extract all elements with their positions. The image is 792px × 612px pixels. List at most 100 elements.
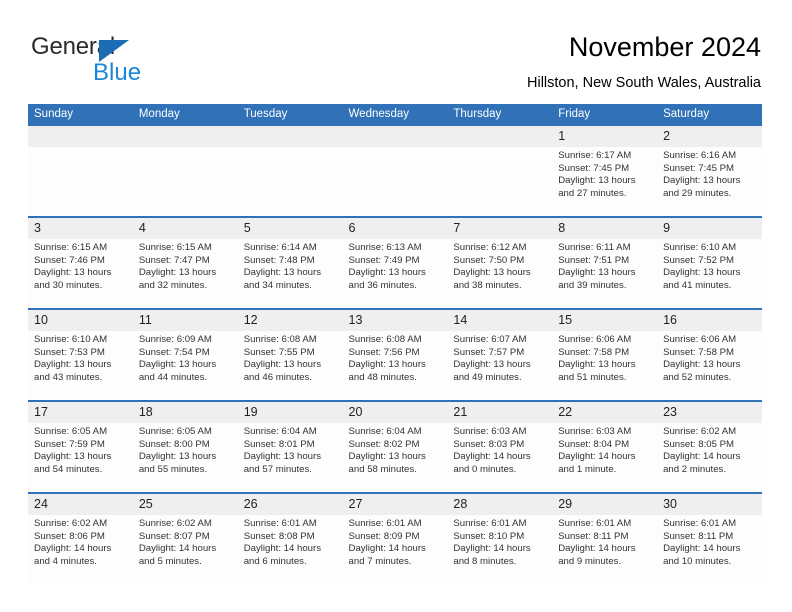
day-number-15[interactable]: 15: [552, 310, 658, 331]
daylight-text: Daylight: 13 hours and 49 minutes.: [453, 359, 531, 383]
day-number-empty: [342, 126, 448, 147]
sunset-text: Sunset: 8:10 PM: [453, 530, 525, 542]
sunrise-text: Sunrise: 6:02 AM: [34, 518, 108, 529]
day-number-24[interactable]: 24: [28, 494, 133, 515]
daylight-text: Daylight: 13 hours and 29 minutes.: [663, 175, 741, 199]
day-number-29[interactable]: 29: [552, 494, 658, 515]
day-number-30[interactable]: 30: [657, 494, 762, 515]
sunrise-text: Sunrise: 6:16 AM: [663, 150, 737, 161]
day-cell-22[interactable]: Sunrise: 6:03 AM Sunset: 8:04 PM Daylight:…: [552, 423, 658, 492]
day-cell-1[interactable]: Sunrise: 6:17 AM Sunset: 7:45 PM Daylight:…: [552, 147, 658, 216]
day-number-4[interactable]: 4: [132, 218, 238, 239]
daylight-text: Daylight: 13 hours and 57 minutes.: [243, 451, 322, 475]
day-number-20[interactable]: 20: [342, 402, 448, 423]
day-number-13[interactable]: 13: [342, 310, 448, 331]
day-number-9[interactable]: 9: [657, 218, 762, 239]
day-number-26[interactable]: 26: [237, 494, 343, 515]
day-number-12[interactable]: 12: [237, 310, 343, 331]
day-number-7[interactable]: 7: [447, 218, 553, 239]
week-daynumber-row: 24 25 26 27 28 29 30: [28, 494, 762, 515]
sunrise-text: Sunrise: 6:03 AM: [558, 426, 632, 437]
day-number-3[interactable]: 3: [28, 218, 133, 239]
sunset-text: Sunset: 7:54 PM: [138, 346, 210, 358]
day-number-6[interactable]: 6: [342, 218, 448, 239]
day-cell-4[interactable]: Sunrise: 6:15 AM Sunset: 7:47 PM Daylight:…: [132, 239, 238, 308]
calendar-page: General Blue November 2024 Hillston, New…: [0, 0, 792, 612]
sunrise-text: Sunrise: 6:01 AM: [558, 518, 632, 529]
day-number-14[interactable]: 14: [447, 310, 553, 331]
day-number-5[interactable]: 5: [237, 218, 343, 239]
day-cell-16[interactable]: Sunrise: 6:06 AM Sunset: 7:58 PM Daylight:…: [657, 331, 762, 400]
day-number-27[interactable]: 27: [342, 494, 448, 515]
day-cell-9[interactable]: Sunrise: 6:10 AM Sunset: 7:52 PM Daylight:…: [657, 239, 762, 308]
sunset-text: Sunset: 8:07 PM: [138, 530, 210, 542]
day-number-10[interactable]: 10: [28, 310, 133, 331]
day-cell-2[interactable]: Sunrise: 6:16 AM Sunset: 7:45 PM Daylight:…: [657, 147, 762, 216]
day-cell-30[interactable]: Sunrise: 6:01 AM Sunset: 8:11 PM Daylight:…: [657, 515, 762, 584]
brand-name-blue: Blue: [93, 59, 142, 86]
daylight-text: Daylight: 13 hours and 43 minutes.: [34, 359, 112, 383]
day-cell-8[interactable]: Sunrise: 6:11 AM Sunset: 7:51 PM Daylight:…: [552, 239, 658, 308]
day-number-28[interactable]: 28: [447, 494, 553, 515]
day-cell-28[interactable]: Sunrise: 6:01 AM Sunset: 8:10 PM Daylight:…: [447, 515, 553, 584]
day-number-25[interactable]: 25: [132, 494, 238, 515]
day-cell-empty: [237, 147, 343, 216]
sunrise-text: Sunrise: 6:06 AM: [558, 334, 632, 345]
title-block: November 2024 Hillston, New South Wales,…: [527, 30, 761, 92]
day-cell-14[interactable]: Sunrise: 6:07 AM Sunset: 7:57 PM Daylight:…: [447, 331, 553, 400]
day-cell-empty: [132, 147, 238, 216]
day-number-17[interactable]: 17: [28, 402, 133, 423]
day-cell-27[interactable]: Sunrise: 6:01 AM Sunset: 8:09 PM Daylight:…: [342, 515, 448, 584]
sunset-text: Sunset: 7:47 PM: [138, 254, 210, 266]
day-cell-7[interactable]: Sunrise: 6:12 AM Sunset: 7:50 PM Daylight:…: [447, 239, 553, 308]
day-number-21[interactable]: 21: [447, 402, 553, 423]
day-cell-26[interactable]: Sunrise: 6:01 AM Sunset: 8:08 PM Daylight:…: [237, 515, 343, 584]
brand-logo[interactable]: General Blue: [31, 33, 251, 89]
day-number-1[interactable]: 1: [552, 126, 658, 147]
sunrise-text: Sunrise: 6:04 AM: [243, 426, 317, 437]
sunset-text: Sunset: 8:08 PM: [243, 530, 315, 542]
day-cell-12[interactable]: Sunrise: 6:08 AM Sunset: 7:55 PM Daylight:…: [237, 331, 343, 400]
day-cell-17[interactable]: Sunrise: 6:05 AM Sunset: 7:59 PM Daylight:…: [28, 423, 133, 492]
sunrise-text: Sunrise: 6:15 AM: [34, 242, 108, 253]
day-cell-20[interactable]: Sunrise: 6:04 AM Sunset: 8:02 PM Daylight:…: [342, 423, 448, 492]
sunset-text: Sunset: 8:03 PM: [453, 438, 525, 450]
daylight-text: Daylight: 14 hours and 10 minutes.: [663, 543, 741, 567]
day-cell-5[interactable]: Sunrise: 6:14 AM Sunset: 7:48 PM Daylight:…: [237, 239, 343, 308]
sunset-text: Sunset: 7:51 PM: [558, 254, 630, 266]
day-cell-25[interactable]: Sunrise: 6:02 AM Sunset: 8:07 PM Daylight:…: [132, 515, 238, 584]
day-number-19[interactable]: 19: [237, 402, 343, 423]
sunset-text: Sunset: 7:58 PM: [663, 346, 734, 358]
day-cell-10[interactable]: Sunrise: 6:10 AM Sunset: 7:53 PM Daylight:…: [28, 331, 133, 400]
sunrise-text: Sunrise: 6:08 AM: [243, 334, 317, 345]
sunset-text: Sunset: 8:11 PM: [558, 530, 629, 542]
day-number-23[interactable]: 23: [657, 402, 762, 423]
day-cell-3[interactable]: Sunrise: 6:15 AM Sunset: 7:46 PM Daylight:…: [28, 239, 133, 308]
sunset-text: Sunset: 7:48 PM: [243, 254, 315, 266]
day-number-16[interactable]: 16: [657, 310, 762, 331]
sunset-text: Sunset: 7:49 PM: [348, 254, 420, 266]
day-cell-11[interactable]: Sunrise: 6:09 AM Sunset: 7:54 PM Daylight:…: [132, 331, 238, 400]
day-cell-19[interactable]: Sunrise: 6:04 AM Sunset: 8:01 PM Daylight:…: [237, 423, 343, 492]
day-cell-21[interactable]: Sunrise: 6:03 AM Sunset: 8:03 PM Daylight:…: [447, 423, 553, 492]
day-cell-18[interactable]: Sunrise: 6:05 AM Sunset: 8:00 PM Daylight:…: [132, 423, 238, 492]
sunset-text: Sunset: 7:53 PM: [34, 346, 105, 358]
sunset-text: Sunset: 8:06 PM: [34, 530, 105, 542]
day-cell-23[interactable]: Sunrise: 6:02 AM Sunset: 8:05 PM Daylight:…: [657, 423, 762, 492]
day-cell-15[interactable]: Sunrise: 6:06 AM Sunset: 7:58 PM Daylight:…: [552, 331, 658, 400]
day-number-11[interactable]: 11: [132, 310, 238, 331]
day-cell-6[interactable]: Sunrise: 6:13 AM Sunset: 7:49 PM Daylight:…: [342, 239, 448, 308]
sunset-text: Sunset: 8:01 PM: [243, 438, 315, 450]
daylight-text: Daylight: 13 hours and 54 minutes.: [34, 451, 112, 475]
weekday-header-sunday: Sunday: [28, 104, 133, 126]
day-number-22[interactable]: 22: [552, 402, 658, 423]
daylight-text: Daylight: 13 hours and 41 minutes.: [663, 267, 741, 291]
day-cell-13[interactable]: Sunrise: 6:08 AM Sunset: 7:56 PM Daylight:…: [342, 331, 448, 400]
daylight-text: Daylight: 13 hours and 46 minutes.: [243, 359, 322, 383]
day-cell-29[interactable]: Sunrise: 6:01 AM Sunset: 8:11 PM Daylight:…: [552, 515, 658, 584]
day-number-2[interactable]: 2: [657, 126, 762, 147]
sunrise-text: Sunrise: 6:03 AM: [453, 426, 527, 437]
day-number-8[interactable]: 8: [552, 218, 658, 239]
day-number-18[interactable]: 18: [132, 402, 238, 423]
day-cell-24[interactable]: Sunrise: 6:02 AM Sunset: 8:06 PM Daylight:…: [28, 515, 133, 584]
